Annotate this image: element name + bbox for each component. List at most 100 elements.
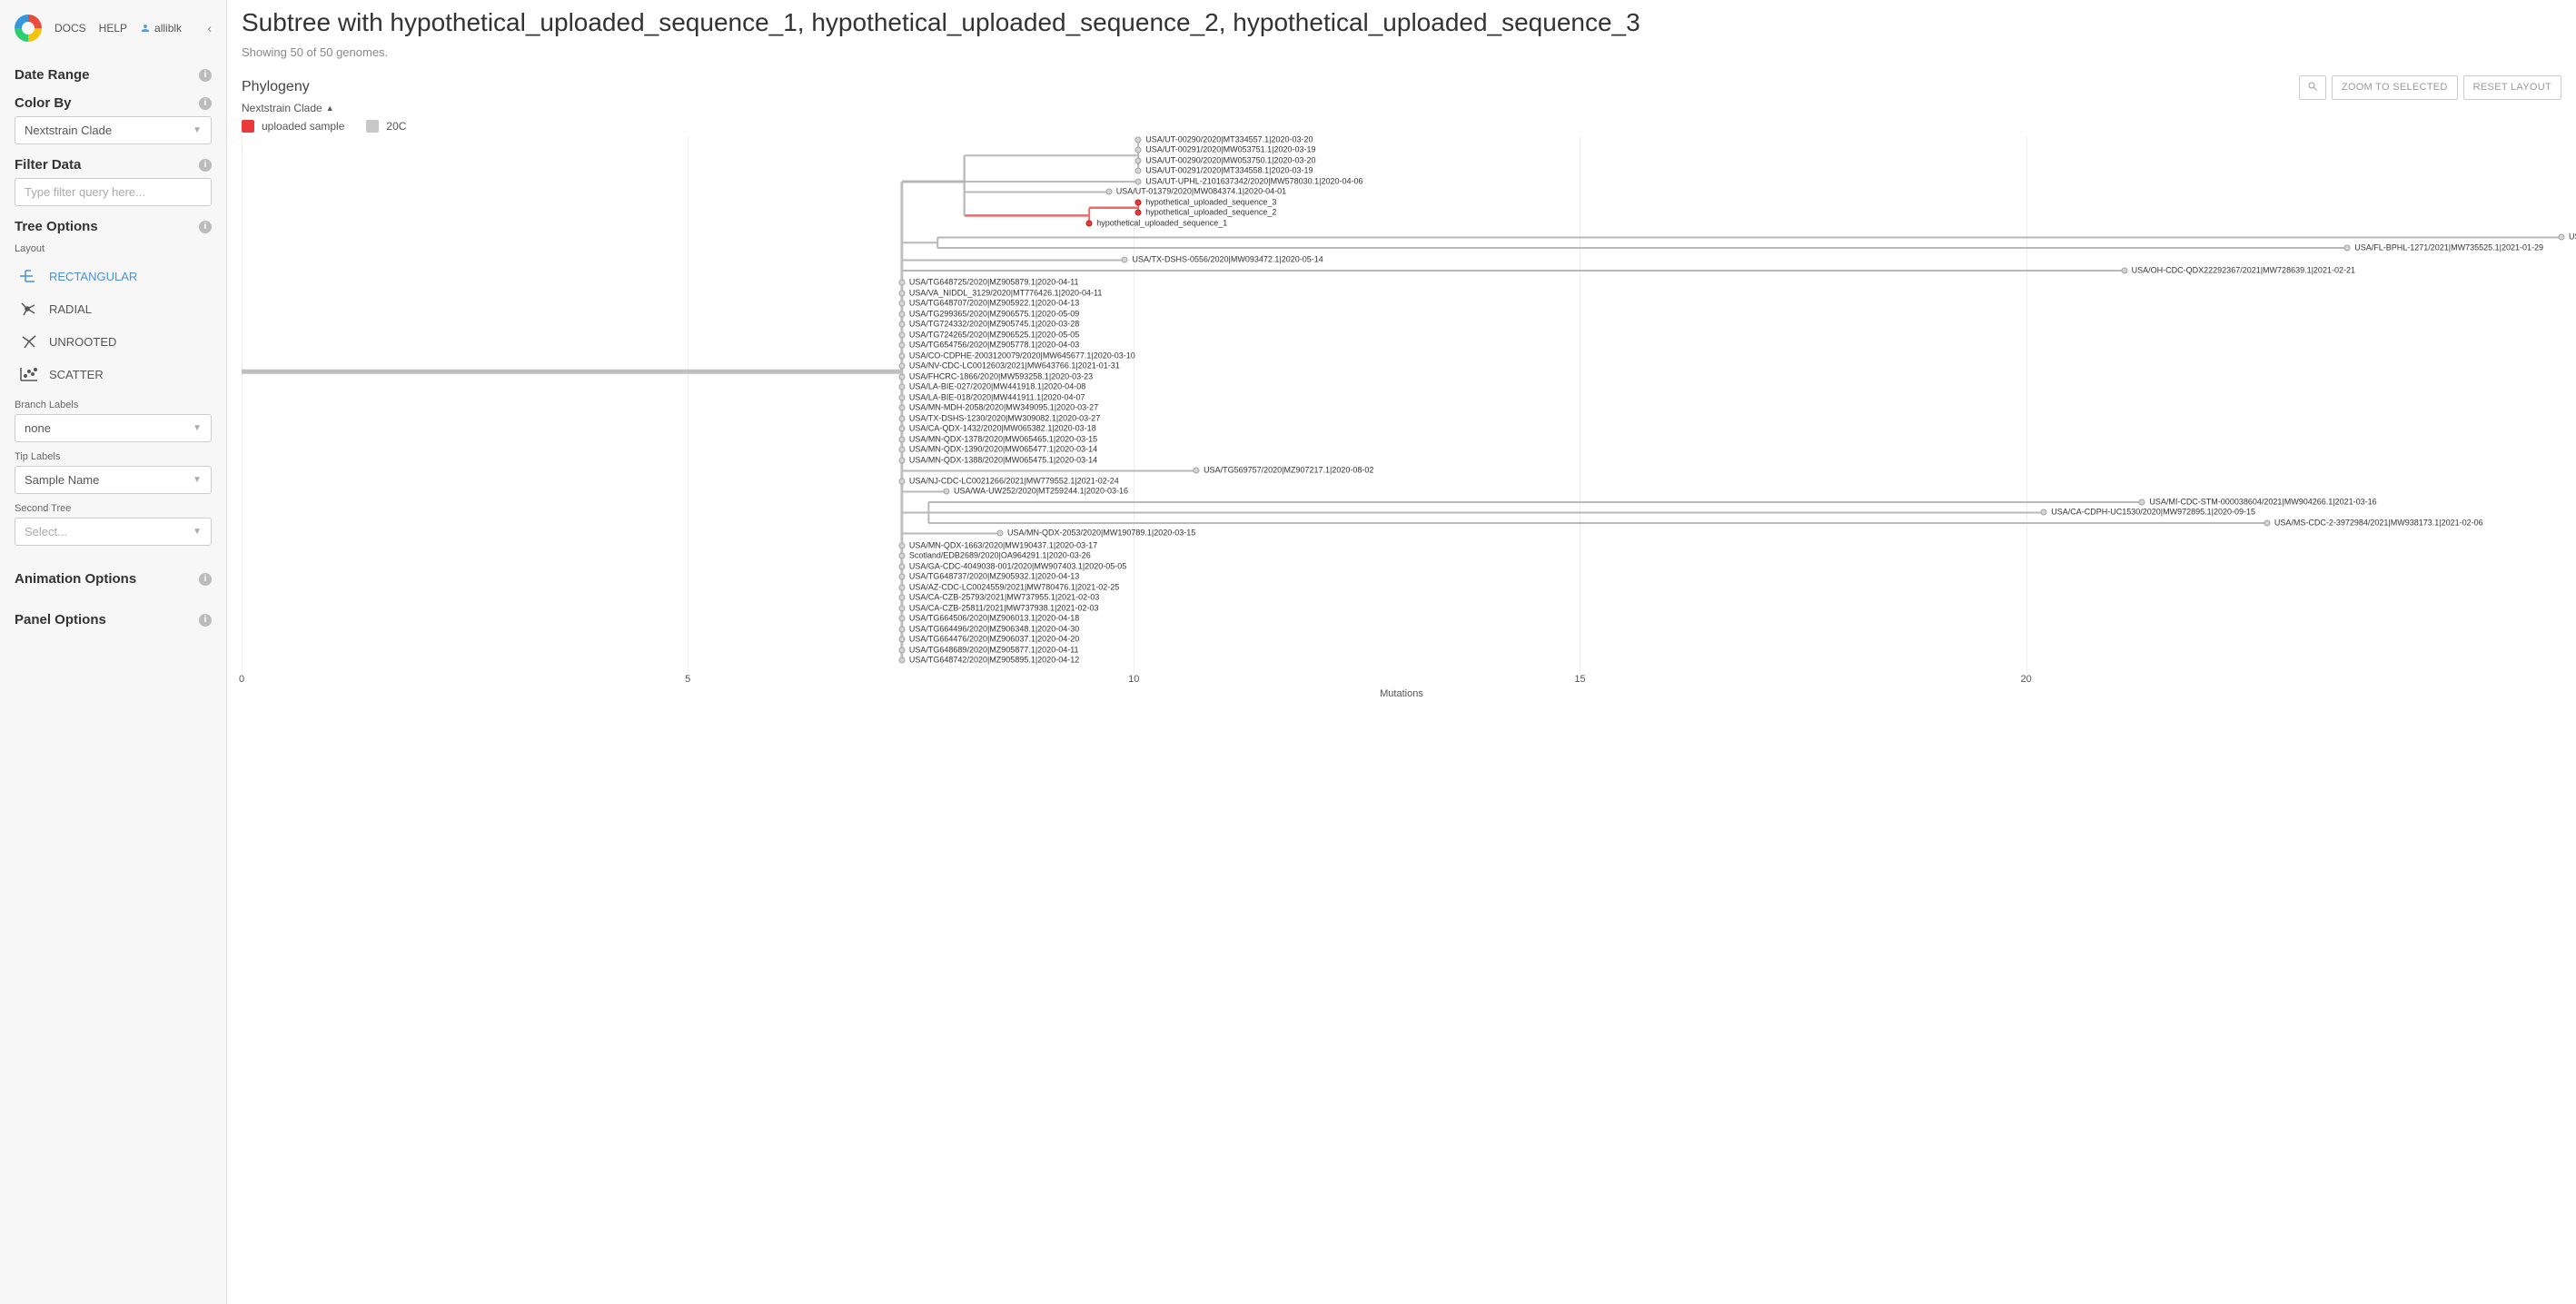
tree-tip[interactable] — [2344, 244, 2351, 251]
tree-tip[interactable] — [898, 637, 905, 643]
layout-option-unrooted[interactable]: UNROOTED — [15, 325, 212, 358]
tip-label: USA/CA-QDX-1432/2020|MW065382.1|2020-03-… — [909, 425, 1096, 433]
tree-tip[interactable] — [898, 426, 905, 432]
tree-tip[interactable] — [1135, 157, 1142, 163]
phylogeny-tree[interactable]: USA/UT-00290/2020|MT334557.1|2020-03-20U… — [242, 136, 2561, 699]
tree-tip[interactable] — [898, 342, 905, 349]
legend-uploaded[interactable]: uploaded sample — [242, 120, 344, 133]
help-link[interactable]: HELP — [99, 22, 127, 35]
tip-label: hypothetical_uploaded_sequence_1 — [1096, 219, 1227, 227]
tree-tip[interactable] — [996, 530, 1003, 537]
filter-data-header: Filter Data i — [15, 157, 212, 173]
tree-tip[interactable] — [898, 595, 905, 601]
tree-tip[interactable] — [1122, 257, 1128, 263]
tree-tip[interactable] — [898, 657, 905, 664]
tip-labels-select[interactable]: Sample Name ▼ — [15, 466, 212, 494]
tree-tip[interactable] — [898, 415, 905, 421]
tree-tip[interactable] — [898, 457, 905, 463]
branch-labels-label: Branch Labels — [15, 400, 212, 410]
layout-option-radial[interactable]: RADIAL — [15, 292, 212, 325]
docs-link[interactable]: DOCS — [54, 22, 86, 35]
collapse-sidebar-icon[interactable]: ‹ — [207, 21, 212, 35]
tip-label: hypothetical_uploaded_sequence_2 — [1145, 209, 1276, 217]
tree-tip[interactable] — [898, 584, 905, 590]
tree-tip[interactable] — [898, 478, 905, 484]
tree-tip[interactable] — [898, 626, 905, 632]
tip-label: USA/MS-CDC-2-3972984/2021|MW938173.1|202… — [2274, 519, 2483, 527]
swatch-red — [242, 120, 254, 133]
color-by-select[interactable]: Nextstrain Clade ▼ — [15, 116, 212, 144]
tree-tip[interactable] — [898, 352, 905, 359]
tree-tip[interactable] — [1135, 210, 1142, 216]
tree-tip[interactable] — [1135, 168, 1142, 174]
nextstrain-logo[interactable] — [15, 15, 42, 42]
tip-label: USA/TG648689/2020|MZ905877.1|2020-04-11 — [909, 646, 1079, 654]
tree-tip[interactable] — [898, 542, 905, 548]
tree-tip[interactable] — [2559, 234, 2565, 241]
tree-tip[interactable] — [1105, 189, 1112, 195]
tip-label: USA/CO-CDPHE-2003120079/2020|MW645677.1|… — [909, 351, 1135, 360]
tree-tip[interactable] — [898, 563, 905, 569]
swatch-grey — [366, 120, 379, 133]
tree-tip[interactable] — [898, 447, 905, 453]
tree-tip[interactable] — [1135, 178, 1142, 184]
legend-20c[interactable]: 20C — [366, 120, 406, 133]
tree-tip[interactable] — [1135, 199, 1142, 205]
search-icon — [2307, 81, 2318, 92]
branch-labels-select[interactable]: none ▼ — [15, 414, 212, 442]
filter-input[interactable] — [15, 178, 212, 206]
tree-tip[interactable] — [2139, 499, 2145, 505]
tip-label: USA/MN-QDX-1388/2020|MW065475.1|2020-03-… — [909, 456, 1097, 464]
layout-option-rectangular[interactable]: RECTANGULAR — [15, 260, 212, 292]
tip-label: hypothetical_uploaded_sequence_3 — [1145, 198, 1276, 206]
tip-label: USA/UT-00291/2020|MT334558.1|2020-03-19 — [1145, 167, 1313, 175]
tree-tip[interactable] — [898, 605, 905, 611]
tree-tip[interactable] — [1194, 468, 1200, 474]
tree-tip[interactable] — [898, 574, 905, 580]
tree-tip[interactable] — [898, 373, 905, 380]
tree-tip[interactable] — [898, 384, 905, 390]
tree-tip[interactable] — [898, 394, 905, 400]
second-tree-select[interactable]: Select... ▼ — [15, 518, 212, 546]
tree-tip[interactable] — [944, 489, 950, 495]
tree-tip[interactable] — [898, 405, 905, 411]
tree-tip[interactable] — [2041, 509, 2047, 516]
tree-options-header: Tree Options i — [15, 219, 212, 234]
tree-tip[interactable] — [898, 301, 905, 307]
tip-label: USA/TX-DSHS-1230/2020|MW309082.1|2020-03… — [909, 414, 1100, 422]
tree-tip[interactable] — [898, 311, 905, 317]
info-icon[interactable]: i — [199, 69, 212, 82]
tree-search-button[interactable] — [2299, 75, 2326, 100]
tree-tip[interactable] — [898, 321, 905, 328]
tree-tip[interactable] — [898, 331, 905, 338]
tip-label: USA/UT-00291/2020|MW053751.1|2020-03-19 — [1145, 146, 1315, 154]
tree-tip[interactable] — [898, 290, 905, 296]
clade-breadcrumb[interactable]: Nextstrain Clade ▲ — [242, 102, 2561, 114]
tree-tip[interactable] — [2264, 519, 2270, 526]
tree-tip[interactable] — [1086, 220, 1093, 226]
tree-tip[interactable] — [1135, 136, 1142, 143]
tree-tip[interactable] — [898, 280, 905, 286]
info-icon[interactable]: i — [199, 614, 212, 627]
info-icon[interactable]: i — [199, 97, 212, 110]
info-icon[interactable]: i — [199, 221, 212, 233]
animation-options-header: Animation Options i — [15, 571, 212, 587]
user-menu[interactable]: alliblk — [140, 22, 182, 35]
tree-tip[interactable] — [898, 363, 905, 370]
tree-tip[interactable] — [2121, 267, 2127, 273]
layout-option-scatter[interactable]: SCATTER — [15, 358, 212, 390]
info-icon[interactable]: i — [199, 159, 212, 172]
tip-label: USA/TG664496/2020|MZ906348.1|2020-04-30 — [909, 625, 1079, 633]
reset-layout-button[interactable]: RESET LAYOUT — [2463, 75, 2561, 100]
axis-tick: 5 — [685, 674, 690, 685]
tree-tip[interactable] — [1135, 147, 1142, 153]
tip-label: USA/MN-QDX-1663/2020|MW190437.1|2020-03-… — [909, 541, 1097, 549]
info-icon[interactable]: i — [199, 573, 212, 586]
tree-tip[interactable] — [898, 647, 905, 653]
tree-tip[interactable] — [898, 436, 905, 442]
tree-tip[interactable] — [898, 553, 905, 559]
tree-tip[interactable] — [898, 616, 905, 622]
tip-label: USA/MN-MDH-2058/2020|MW349095.1|2020-03-… — [909, 404, 1098, 412]
page-title: Subtree with hypothetical_uploaded_seque… — [242, 7, 2561, 38]
zoom-to-selected-button[interactable]: ZOOM TO SELECTED — [2332, 75, 2458, 100]
